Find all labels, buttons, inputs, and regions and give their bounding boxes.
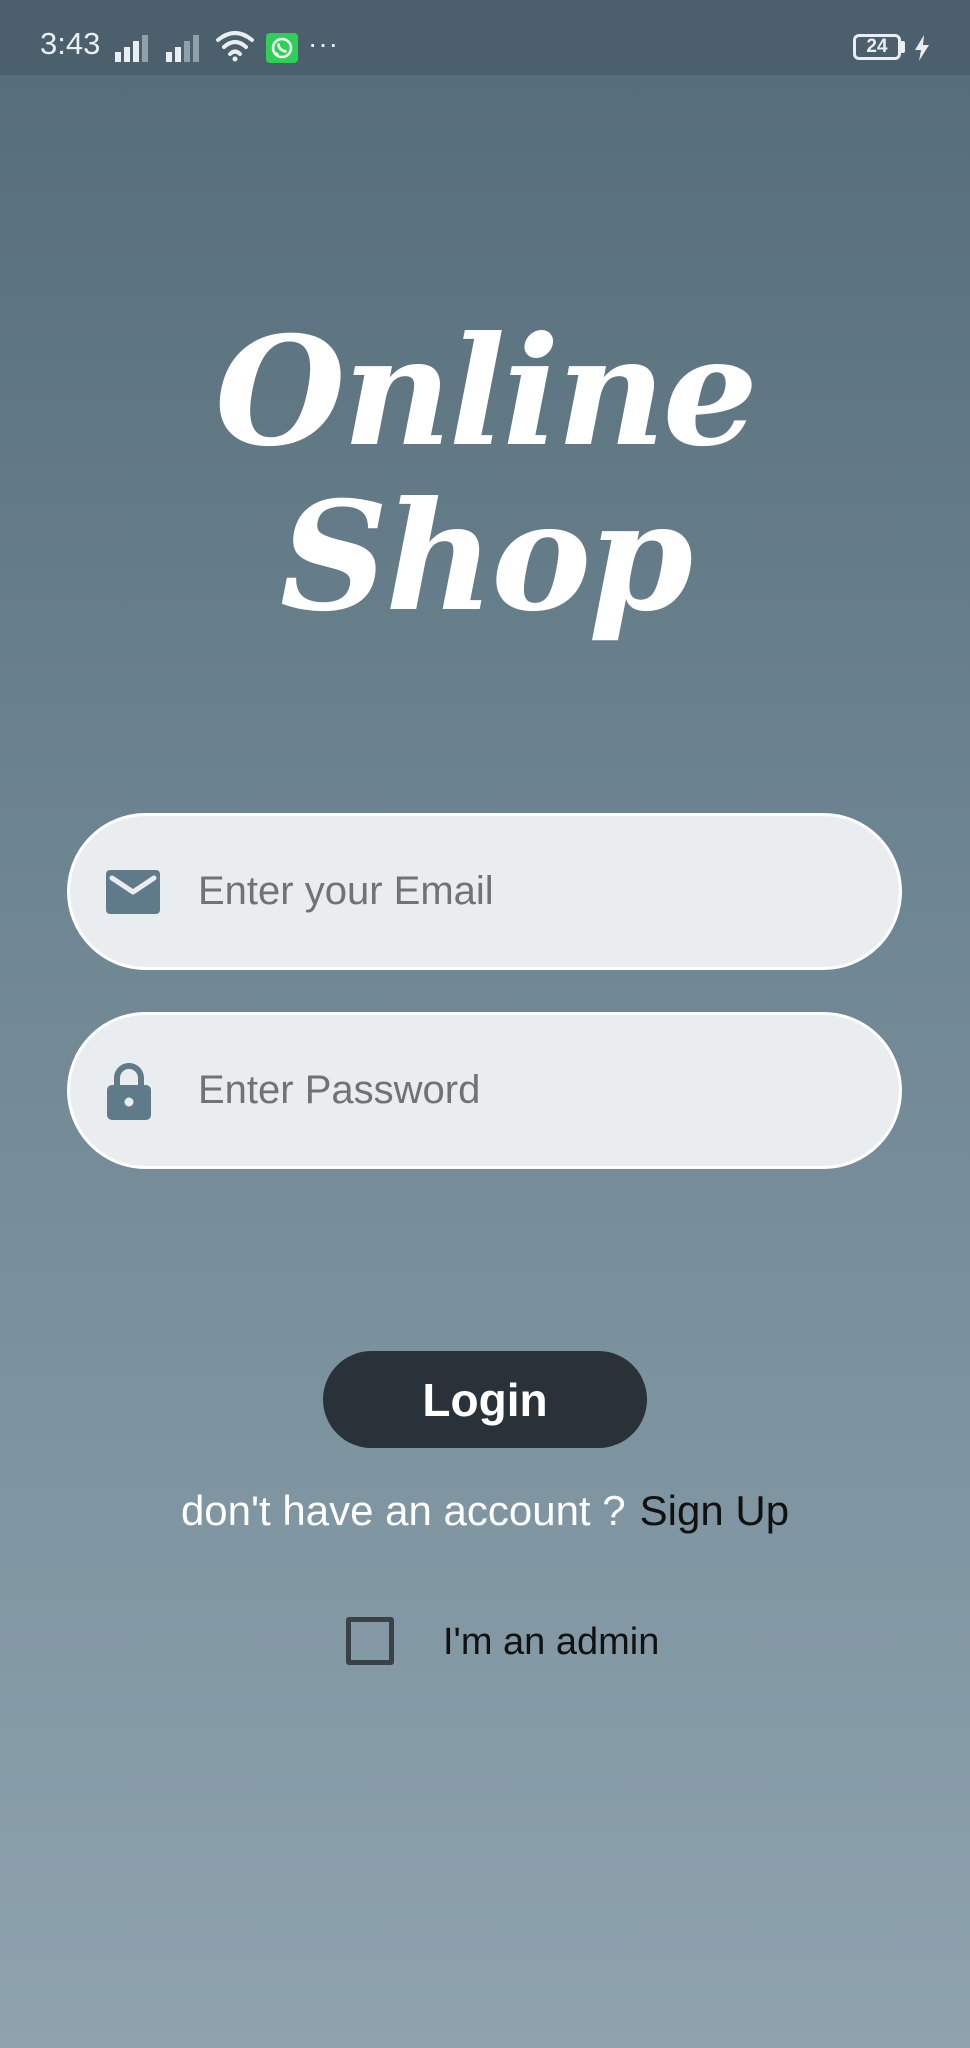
email-field[interactable] [67,813,902,970]
wifi-icon [216,31,254,62]
admin-label: I'm an admin [443,1621,660,1663]
signup-link[interactable]: Sign Up [640,1487,789,1534]
password-field[interactable] [67,1012,902,1169]
signal-icon [115,35,148,62]
app-title: Online Shop [214,304,758,645]
more-notifications-icon: ··· [308,28,339,59]
battery-level: 24 [866,36,888,57]
signal-icon [166,35,199,62]
battery-icon: 24 [853,34,901,60]
admin-checkbox[interactable] [346,1617,394,1665]
envelope-icon [106,869,160,914]
signup-prompt: don't have an account ? [180,1487,626,1534]
whatsapp-notification-icon [266,33,298,63]
status-bar: 3:43 ··· 24 [0,0,970,75]
status-time: 3:43 [40,26,101,61]
battery-tip [901,41,905,53]
charging-icon [915,35,929,61]
login-button[interactable]: Login [323,1351,647,1448]
email-input[interactable] [198,816,858,967]
signup-row: don't have an account ? Sign Up [0,1486,970,1536]
lock-icon [107,1062,151,1120]
password-input[interactable] [198,1015,858,1166]
